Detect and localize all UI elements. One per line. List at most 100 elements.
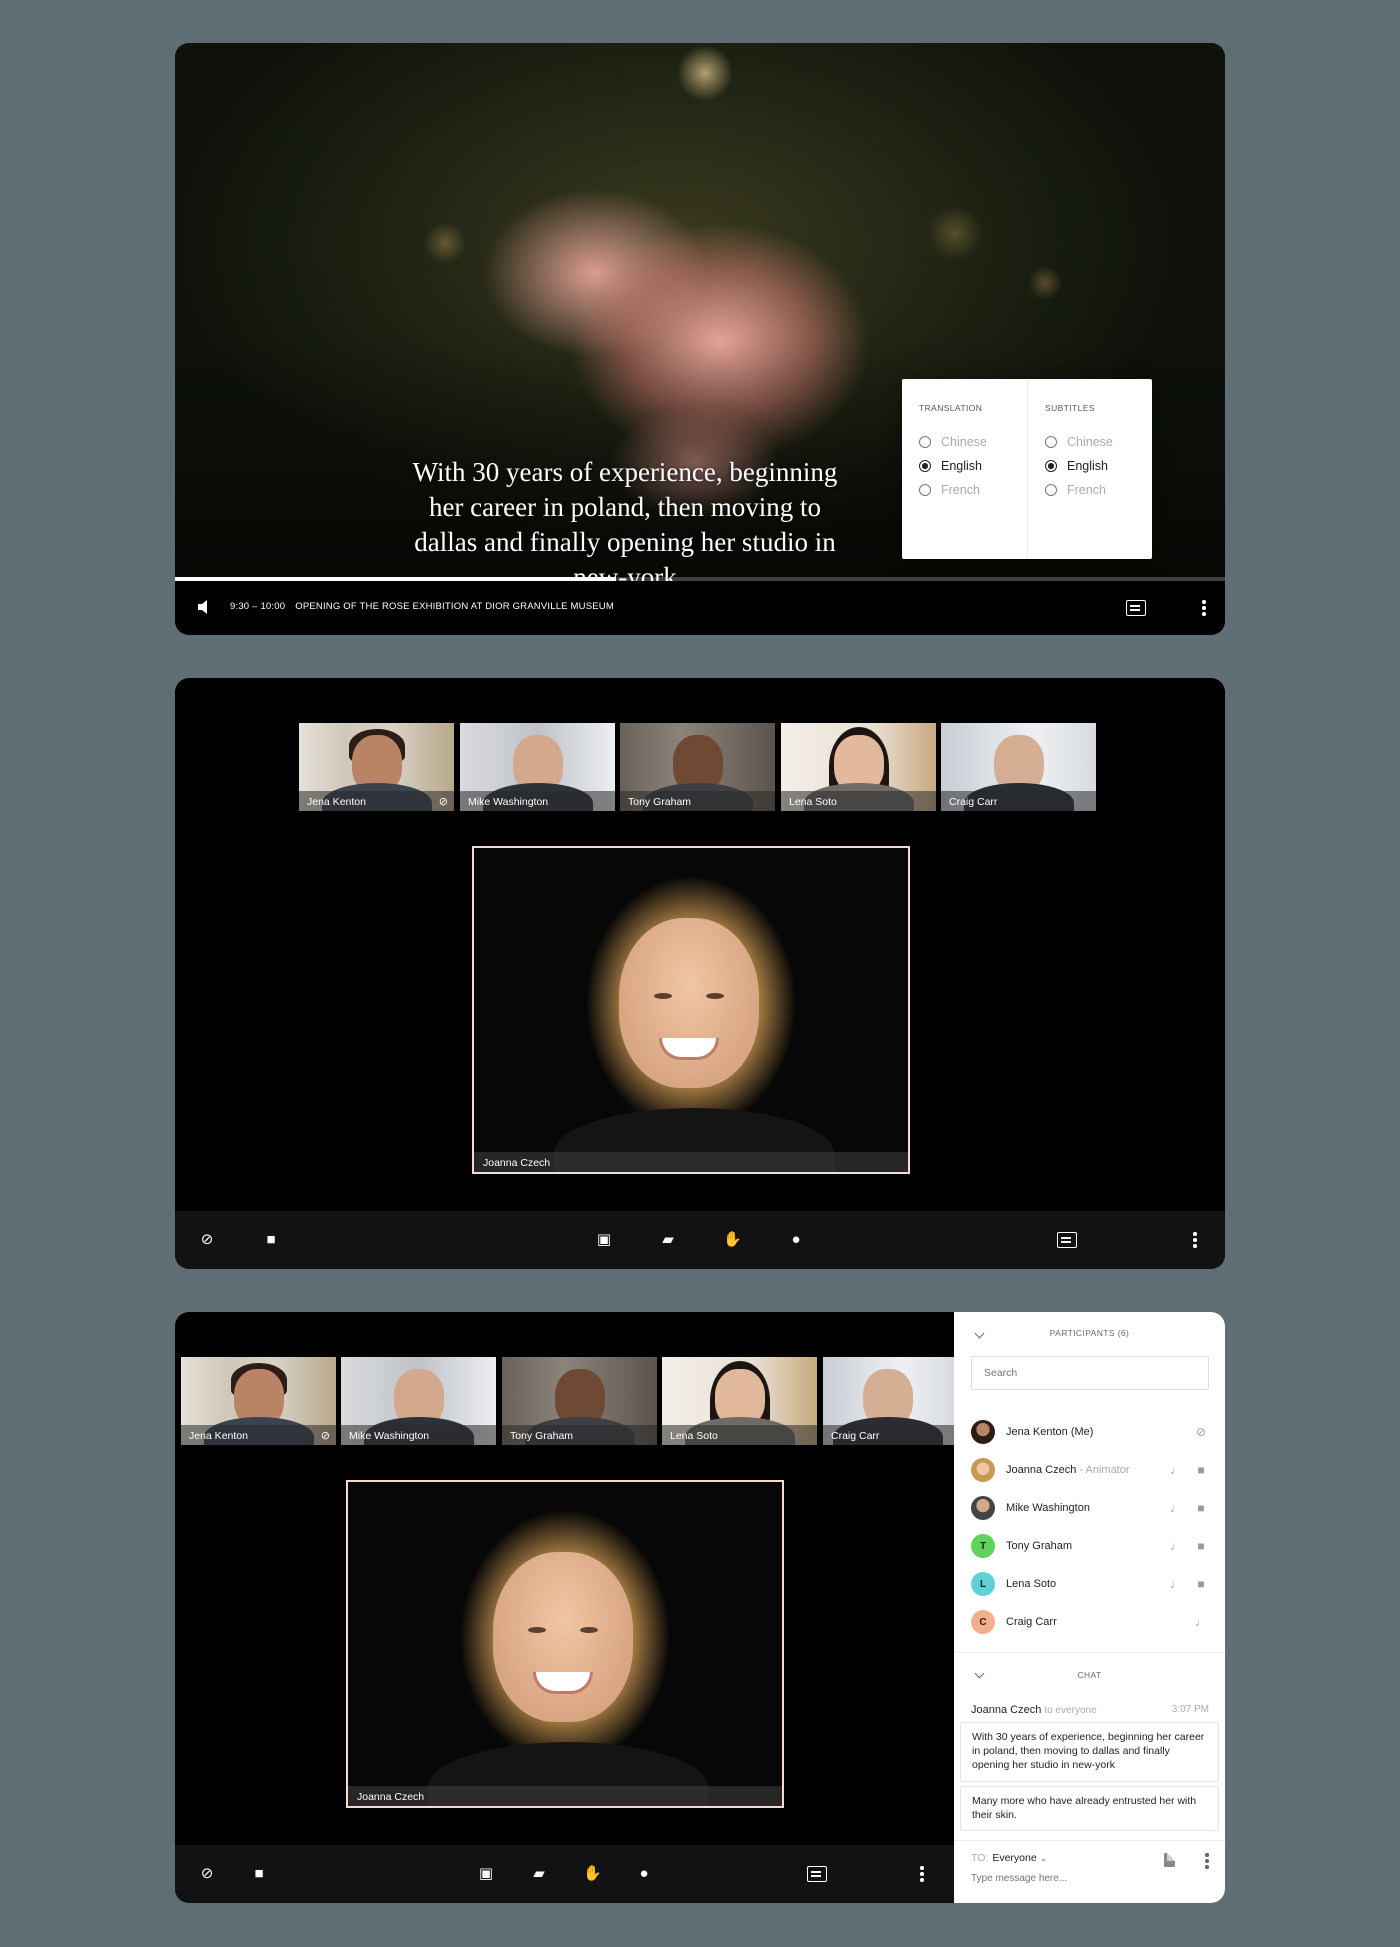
active-speaker-video[interactable]: Joanna Czech bbox=[472, 846, 910, 1174]
share-screen-icon[interactable]: ▣ bbox=[477, 1865, 495, 1883]
translation-option-french[interactable]: French bbox=[919, 478, 1027, 502]
participant-thumb-jena[interactable]: Jena Kenton ⊘ bbox=[299, 723, 454, 811]
more-options-icon[interactable] bbox=[920, 1866, 924, 1882]
participant-row-name: Tony Graham bbox=[1006, 1540, 1073, 1552]
participants-heading: PARTICIPANTS (6) bbox=[1049, 1328, 1130, 1338]
participant-thumb-mike[interactable]: Mike Washington bbox=[341, 1357, 496, 1445]
participant-thumb-craig[interactable]: Craig Carr bbox=[941, 723, 1096, 811]
speaker-face bbox=[619, 918, 759, 1088]
mic-off-icon: ⊘ bbox=[320, 1430, 330, 1442]
participant-row-name: Lena Soto bbox=[1006, 1578, 1057, 1590]
subtitles-icon[interactable] bbox=[1057, 1232, 1077, 1248]
record-icon[interactable]: ● bbox=[635, 1865, 653, 1883]
subtitles-icon[interactable] bbox=[1126, 600, 1146, 616]
speaker-icon[interactable] bbox=[197, 599, 215, 615]
participant-thumb-jena[interactable]: Jena Kenton ⊘ bbox=[181, 1357, 336, 1445]
event-time: 9:30 – 10:00 bbox=[230, 601, 286, 612]
participant-thumb-lena[interactable]: Lena Soto bbox=[781, 723, 936, 811]
mic-off-icon[interactable]: ⊘ bbox=[1193, 1425, 1209, 1439]
speaker-eye bbox=[706, 993, 724, 999]
participant-row[interactable]: T Tony Graham ♩ ■ bbox=[971, 1532, 1209, 1560]
divider bbox=[954, 1840, 1225, 1841]
radio-icon bbox=[919, 484, 931, 496]
chat-icon[interactable]: ▰ bbox=[659, 1231, 677, 1249]
meeting-view: Jena Kenton ⊘ Mike Washington Tony Graha… bbox=[175, 678, 1225, 1269]
chat-more-options-icon[interactable] bbox=[1205, 1853, 1209, 1869]
avatar bbox=[971, 1496, 995, 1520]
mic-off-icon[interactable]: ⊘ bbox=[198, 1231, 216, 1249]
video-subtitle: With 30 years of experience, beginning h… bbox=[412, 457, 838, 592]
participant-row-name: Mike Washington bbox=[1006, 1502, 1090, 1514]
avatar: L bbox=[971, 1572, 995, 1596]
participant-row[interactable]: Joanna Czech - Animator ♩ ■ bbox=[971, 1456, 1209, 1484]
subtitles-option-chinese[interactable]: Chinese bbox=[1045, 430, 1152, 454]
camera-icon[interactable]: ■ bbox=[1193, 1501, 1209, 1515]
avatar bbox=[971, 1420, 995, 1444]
radio-icon bbox=[919, 436, 931, 448]
attach-file-icon[interactable] bbox=[1164, 1853, 1175, 1867]
participant-search-input[interactable] bbox=[971, 1356, 1209, 1390]
participant-name: Mike Washington bbox=[341, 1425, 496, 1445]
avatar: T bbox=[971, 1534, 995, 1558]
camera-icon[interactable]: ■ bbox=[1193, 1577, 1209, 1591]
chat-message-input[interactable] bbox=[971, 1873, 1171, 1884]
mic-icon[interactable]: ♩ bbox=[1168, 1501, 1184, 1515]
chat-icon[interactable]: ▰ bbox=[530, 1865, 548, 1883]
camera-icon[interactable]: ■ bbox=[262, 1231, 280, 1249]
participant-name: Craig Carr bbox=[823, 1425, 954, 1445]
subtitles-icon[interactable] bbox=[807, 1866, 827, 1882]
active-speaker-name: Joanna Czech bbox=[348, 1786, 782, 1806]
event-info: 9:30 – 10:00 OPENING OF THE ROSE EXHIBITI… bbox=[230, 601, 614, 612]
participant-thumb-mike[interactable]: Mike Washington bbox=[460, 723, 615, 811]
participant-thumb-lena[interactable]: Lena Soto bbox=[662, 1357, 817, 1445]
mic-icon[interactable]: ♩ bbox=[1193, 1615, 1209, 1629]
share-screen-icon[interactable]: ▣ bbox=[595, 1231, 613, 1249]
active-speaker-name: Joanna Czech bbox=[474, 1152, 908, 1172]
translation-option-english[interactable]: English bbox=[919, 454, 1027, 478]
speaker-eye bbox=[654, 993, 672, 999]
chat-message: Many more who have already entrusted her… bbox=[960, 1786, 1219, 1831]
participant-row-name: Craig Carr bbox=[1006, 1616, 1057, 1628]
speaker-eye bbox=[528, 1627, 546, 1633]
mic-icon[interactable]: ♩ bbox=[1168, 1539, 1184, 1553]
camera-icon[interactable]: ■ bbox=[1193, 1463, 1209, 1477]
participant-row[interactable]: C Craig Carr ♩ bbox=[971, 1608, 1209, 1636]
translation-column: TRANSLATION Chinese English French bbox=[902, 379, 1027, 559]
radio-checked-icon bbox=[919, 460, 931, 472]
participant-name: Craig Carr bbox=[941, 791, 1096, 811]
participant-row[interactable]: Jena Kenton (Me) ⊘ bbox=[971, 1418, 1209, 1446]
meeting-control-bar: ⊘ ■ ▣ ▰ ✋ ● bbox=[175, 1211, 1225, 1269]
translation-option-chinese[interactable]: Chinese bbox=[919, 430, 1027, 454]
participant-row-name: Joanna Czech - Animator bbox=[1006, 1464, 1130, 1476]
participant-name: Jena Kenton bbox=[299, 791, 454, 811]
video-player: With 30 years of experience, beginning h… bbox=[175, 43, 1225, 635]
mic-icon[interactable]: ♩ bbox=[1168, 1463, 1184, 1477]
recipient-select[interactable]: TO: Everyone ⌄ bbox=[971, 1852, 1047, 1864]
raise-hand-icon[interactable]: ✋ bbox=[583, 1865, 602, 1883]
participant-row[interactable]: Mike Washington ♩ ■ bbox=[971, 1494, 1209, 1522]
participant-thumb-craig[interactable]: Craig Carr bbox=[823, 1357, 954, 1445]
subtitles-option-french[interactable]: French bbox=[1045, 478, 1152, 502]
mic-icon[interactable]: ♩ bbox=[1168, 1577, 1184, 1591]
speaker-face bbox=[493, 1552, 633, 1722]
raise-hand-icon[interactable]: ✋ bbox=[723, 1231, 742, 1249]
participant-thumb-tony[interactable]: Tony Graham bbox=[620, 723, 775, 811]
participant-name: Lena Soto bbox=[662, 1425, 817, 1445]
participant-row[interactable]: L Lena Soto ♩ ■ bbox=[971, 1570, 1209, 1598]
more-options-icon[interactable] bbox=[1202, 600, 1206, 616]
participant-thumb-tony[interactable]: Tony Graham bbox=[502, 1357, 657, 1445]
speaker-eye bbox=[580, 1627, 598, 1633]
camera-icon[interactable]: ■ bbox=[1193, 1539, 1209, 1553]
subtitles-column: SUBTITLES Chinese English French bbox=[1027, 379, 1152, 559]
chevron-down-icon: ⌄ bbox=[1039, 1853, 1048, 1863]
language-popup: TRANSLATION Chinese English French SUBTI… bbox=[902, 379, 1152, 559]
active-speaker-video[interactable]: Joanna Czech bbox=[346, 1480, 784, 1808]
translation-heading: TRANSLATION bbox=[919, 403, 983, 413]
mic-off-icon[interactable]: ⊘ bbox=[198, 1865, 216, 1883]
camera-icon[interactable]: ■ bbox=[250, 1865, 268, 1883]
more-options-icon[interactable] bbox=[1193, 1232, 1197, 1248]
chat-message-meta: Joanna Czech to everyone 3:07 PM bbox=[971, 1704, 1209, 1716]
avatar bbox=[971, 1458, 995, 1482]
subtitles-option-english[interactable]: English bbox=[1045, 454, 1152, 478]
record-icon[interactable]: ● bbox=[787, 1231, 805, 1249]
